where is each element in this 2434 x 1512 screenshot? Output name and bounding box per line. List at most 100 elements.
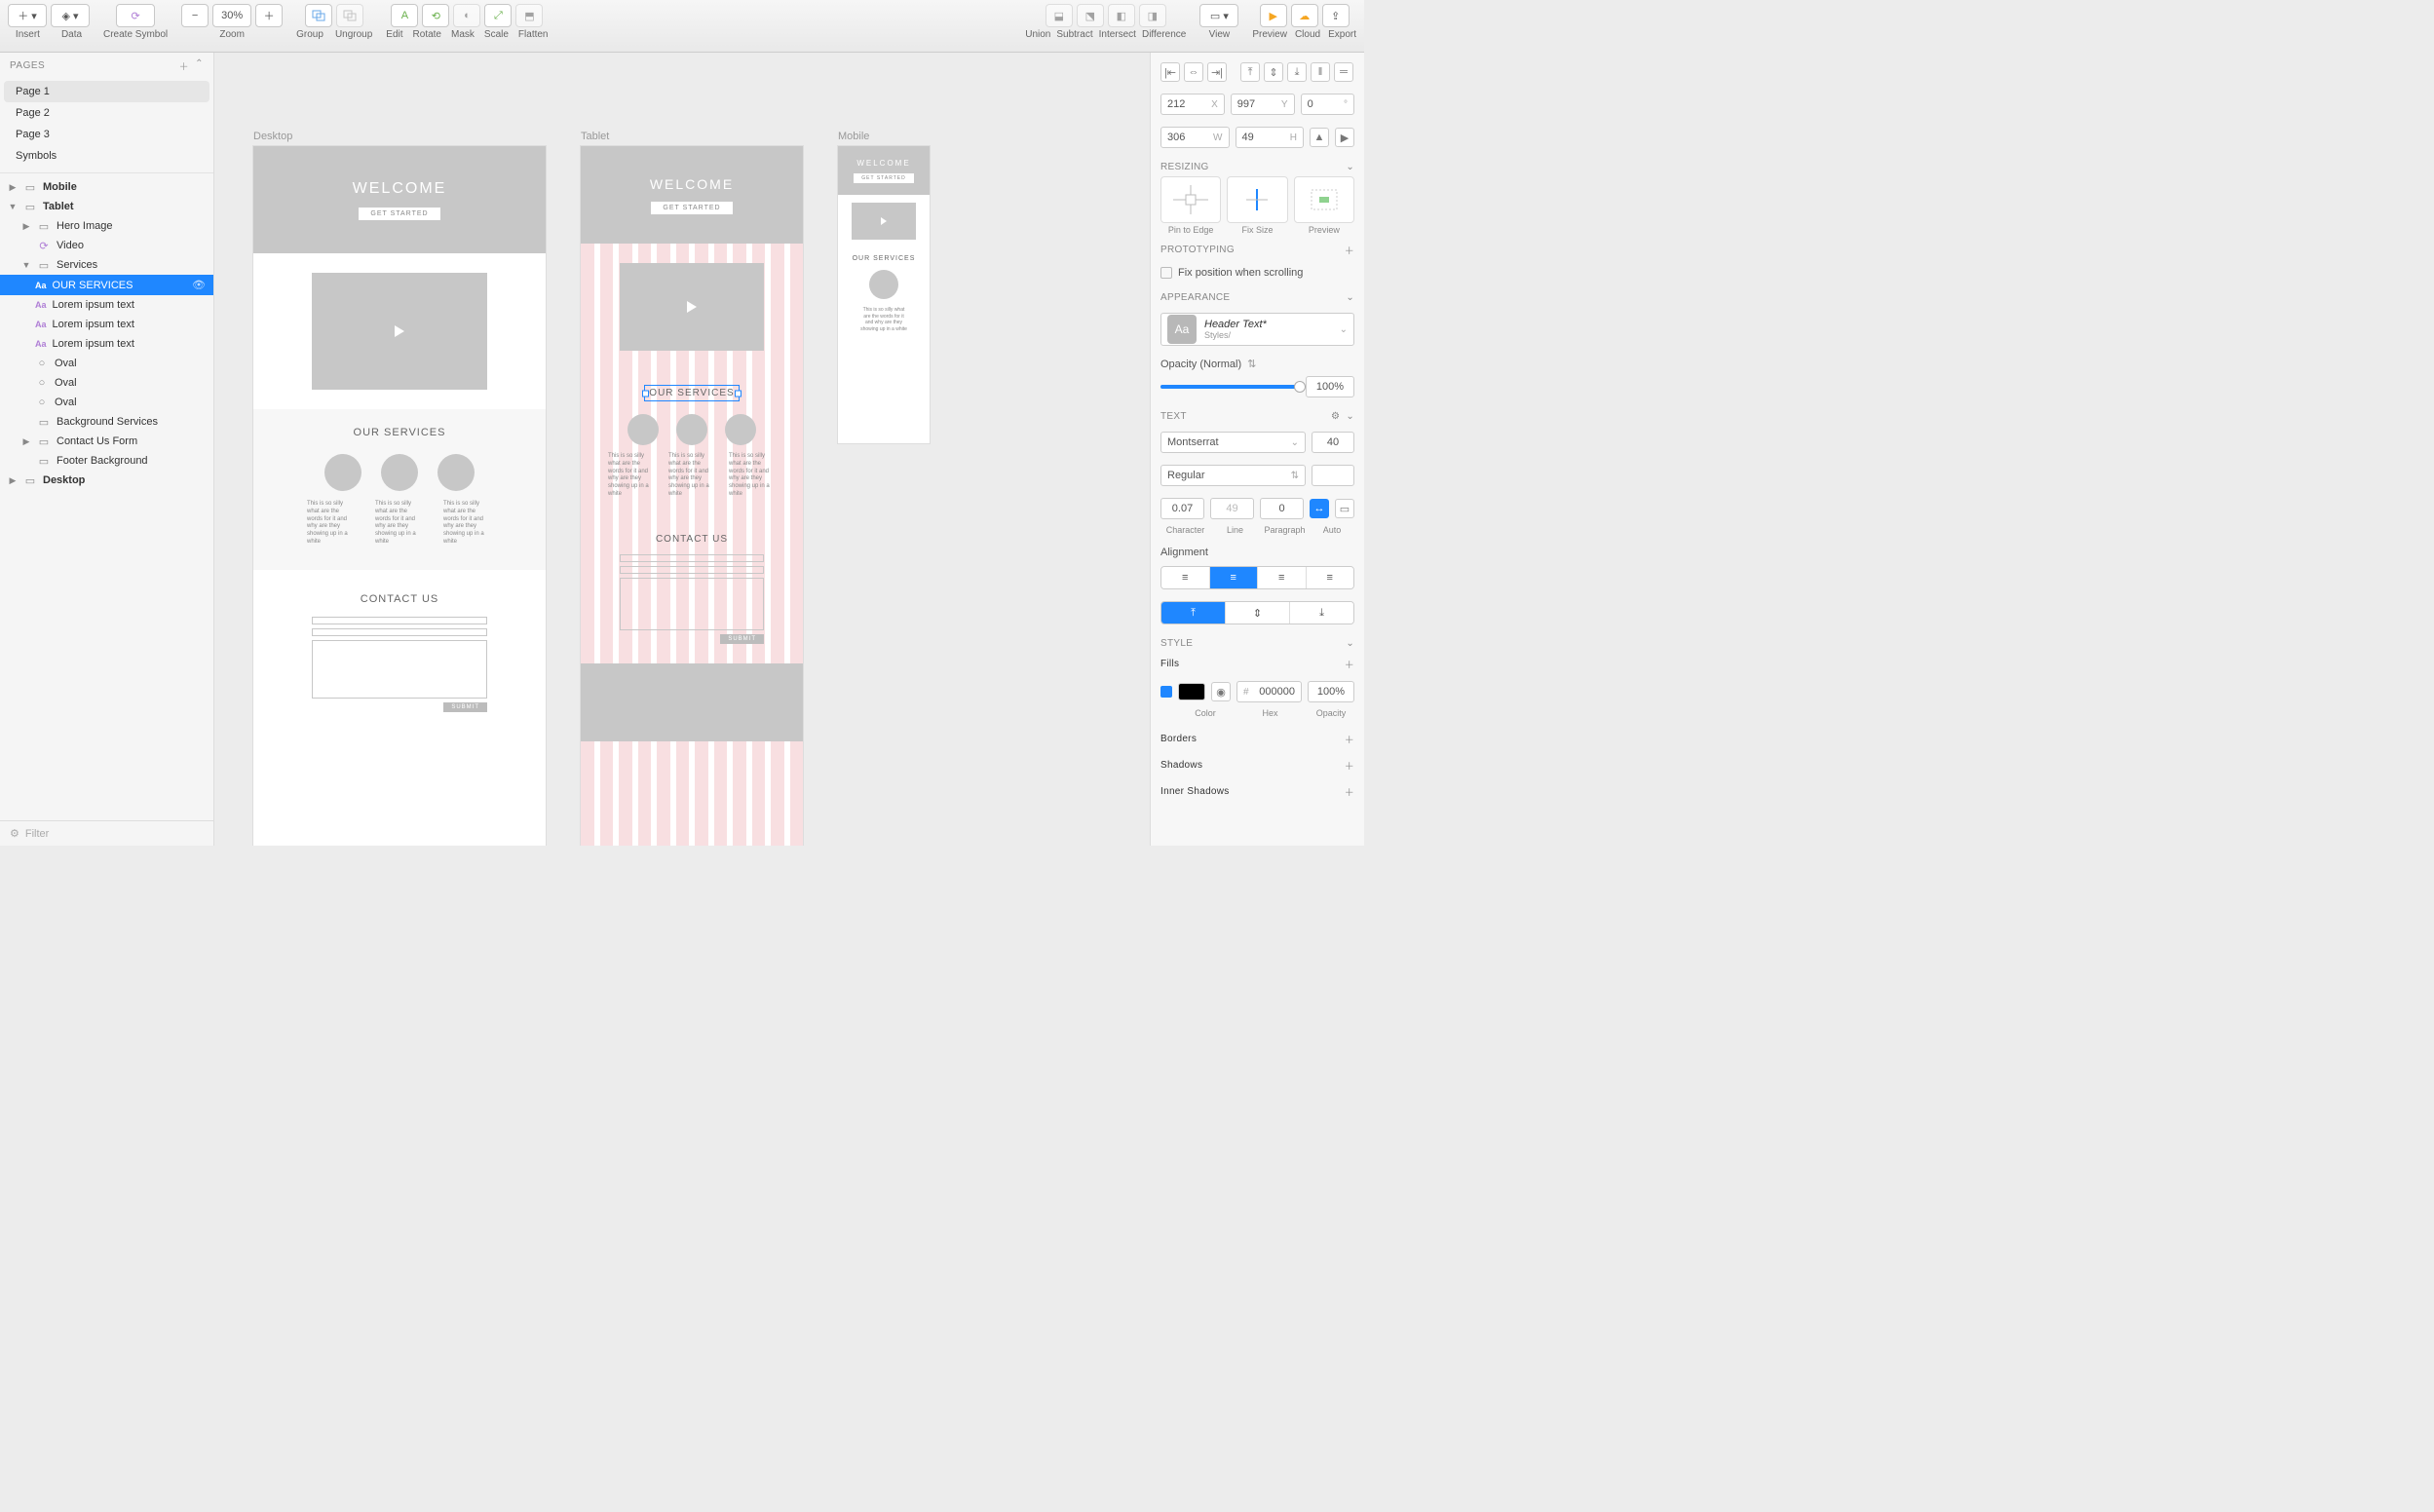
- y-input[interactable]: 997Y: [1231, 94, 1295, 115]
- fill-enabled-checkbox[interactable]: [1160, 686, 1172, 698]
- chevron-down-icon[interactable]: ⌄: [1346, 638, 1354, 649]
- group-button[interactable]: [305, 4, 332, 27]
- para-spacing-input[interactable]: 0: [1260, 498, 1304, 519]
- add-icon[interactable]: ＋: [1345, 784, 1354, 799]
- data-button[interactable]: ◈ ▾: [51, 4, 90, 27]
- difference-button[interactable]: ◨: [1139, 4, 1166, 27]
- add-icon[interactable]: ＋: [1345, 657, 1354, 671]
- layer-row-tablet[interactable]: ▼▭Tablet: [0, 197, 213, 216]
- layer-row-text[interactable]: AaLorem ipsum text: [0, 315, 213, 334]
- distribute-h-button[interactable]: ‖: [1311, 62, 1330, 82]
- add-page-icon[interactable]: ＋: [179, 58, 190, 73]
- layer-row-hero[interactable]: ▶▭Hero Image: [0, 216, 213, 236]
- ungroup-button[interactable]: [336, 4, 363, 27]
- edit-button[interactable]: A: [391, 4, 418, 27]
- union-button[interactable]: ⬓: [1046, 4, 1073, 27]
- width-input[interactable]: 306W: [1160, 127, 1230, 148]
- zoom-in-button[interactable]: ＋: [255, 4, 283, 27]
- line-height-input[interactable]: 49: [1210, 498, 1254, 519]
- align-top-button[interactable]: ⤒: [1240, 62, 1260, 82]
- fill-opacity-input[interactable]: 100%: [1308, 681, 1354, 702]
- chevron-down-icon[interactable]: ⌄: [1346, 162, 1354, 172]
- filter-input[interactable]: ⚙Filter: [0, 820, 213, 846]
- fix-scroll-checkbox[interactable]: [1160, 267, 1172, 279]
- page-row[interactable]: Page 2: [0, 102, 213, 124]
- visibility-icon[interactable]: 👁: [192, 279, 206, 291]
- x-input[interactable]: 212X: [1160, 94, 1225, 115]
- fill-color-swatch[interactable]: [1178, 683, 1205, 700]
- opacity-slider[interactable]: [1160, 385, 1300, 389]
- selected-text-layer[interactable]: OUR SERVICES: [645, 386, 738, 400]
- layer-row-mobile[interactable]: ▶▭Mobile: [0, 177, 213, 197]
- layer-row-text[interactable]: AaLorem ipsum text: [0, 334, 213, 354]
- layer-row-video[interactable]: ⟳Video: [0, 236, 213, 255]
- mask-button[interactable]: ◐: [453, 4, 480, 27]
- page-row[interactable]: Symbols: [0, 145, 213, 167]
- align-center-h-button[interactable]: ⇔: [1184, 62, 1203, 82]
- font-size-input[interactable]: 40: [1312, 432, 1354, 453]
- flatten-button[interactable]: ⬒: [515, 4, 543, 27]
- v-align-seg[interactable]: ⤒⇕⤓: [1160, 601, 1354, 624]
- artboard-label[interactable]: Mobile: [838, 131, 930, 142]
- layer-row-text[interactable]: AaLorem ipsum text: [0, 295, 213, 315]
- pin-edges-control[interactable]: [1160, 176, 1221, 223]
- rotation-input[interactable]: 0°: [1301, 94, 1354, 115]
- artboard-mobile[interactable]: WELCOMEGET STARTED OUR SERVICES This is …: [838, 146, 930, 443]
- chevron-down-icon[interactable]: ⌄: [1346, 411, 1354, 422]
- insert-button[interactable]: ＋ ▾: [8, 4, 47, 27]
- layer-row-footer[interactable]: ▭Footer Background: [0, 451, 213, 471]
- align-right-button[interactable]: ⇥|: [1207, 62, 1227, 82]
- text-style-picker[interactable]: Aa Header Text*Styles/ ⌄: [1160, 313, 1354, 346]
- artboard-label[interactable]: Desktop: [253, 131, 546, 142]
- subtract-button[interactable]: ⬔: [1077, 4, 1104, 27]
- height-input[interactable]: 49H: [1236, 127, 1305, 148]
- preview-button[interactable]: ▶: [1260, 4, 1287, 27]
- export-button[interactable]: ⇪: [1322, 4, 1350, 27]
- page-row[interactable]: Page 1: [4, 81, 209, 102]
- flip-v-button[interactable]: ▶: [1335, 128, 1354, 147]
- create-symbol-button[interactable]: ⟳: [116, 4, 155, 27]
- align-bottom-button[interactable]: ⤓: [1287, 62, 1307, 82]
- layer-row-services[interactable]: ▼▭Services: [0, 255, 213, 275]
- layer-row-oval[interactable]: ○Oval: [0, 393, 213, 412]
- hex-input[interactable]: #000000: [1236, 681, 1302, 702]
- artboard-tablet[interactable]: WELCOMEGET STARTED OUR SERVICES This is …: [581, 146, 803, 846]
- layer-row-desktop[interactable]: ▶▭Desktop: [0, 471, 213, 490]
- flip-h-button[interactable]: ▲: [1310, 128, 1329, 147]
- fix-size-control[interactable]: [1227, 176, 1287, 223]
- collapse-pages-icon[interactable]: ⌃: [195, 58, 204, 73]
- fill-type-button[interactable]: ◉: [1211, 682, 1231, 701]
- chevron-down-icon[interactable]: ⌄: [1346, 292, 1354, 303]
- color-well[interactable]: [1312, 465, 1354, 486]
- layer-row-bg-services[interactable]: ▭Background Services: [0, 412, 213, 432]
- zoom-value[interactable]: 30%: [212, 4, 251, 27]
- zoom-out-button[interactable]: −: [181, 4, 209, 27]
- layer-row-oval[interactable]: ○Oval: [0, 373, 213, 393]
- intersect-button[interactable]: ◧: [1108, 4, 1135, 27]
- layer-row-our-services[interactable]: AaOUR SERVICES👁: [0, 275, 213, 295]
- opacity-input[interactable]: 100%: [1306, 376, 1354, 397]
- h-align-seg[interactable]: ≡≡≡≡: [1160, 566, 1354, 589]
- distribute-v-button[interactable]: ═: [1334, 62, 1353, 82]
- artboard-label[interactable]: Tablet: [581, 131, 803, 142]
- font-family-select[interactable]: Montserrat⌄: [1160, 432, 1306, 453]
- align-left-button[interactable]: |⇤: [1160, 62, 1180, 82]
- layer-row-contact[interactable]: ▶▭Contact Us Form: [0, 432, 213, 451]
- text-fixed-button[interactable]: ▭: [1335, 499, 1354, 518]
- char-spacing-input[interactable]: 0.07: [1160, 498, 1204, 519]
- cloud-button[interactable]: ☁: [1291, 4, 1318, 27]
- canvas[interactable]: Desktop WELCOMEGET STARTED OUR SERVICES …: [214, 53, 1150, 846]
- add-icon[interactable]: ＋: [1345, 243, 1354, 257]
- layer-row-oval[interactable]: ○Oval: [0, 354, 213, 373]
- add-icon[interactable]: ＋: [1345, 732, 1354, 746]
- artboard-desktop[interactable]: WELCOMEGET STARTED OUR SERVICES This is …: [253, 146, 546, 846]
- scale-button[interactable]: ⤢: [484, 4, 512, 27]
- rotate-button[interactable]: ⟲: [422, 4, 449, 27]
- align-center-v-button[interactable]: ⇕: [1264, 62, 1283, 82]
- add-icon[interactable]: ＋: [1345, 758, 1354, 773]
- page-row[interactable]: Page 3: [0, 124, 213, 145]
- gear-icon[interactable]: ⚙: [1331, 411, 1340, 422]
- text-auto-width-button[interactable]: ↔: [1310, 499, 1329, 518]
- font-weight-select[interactable]: Regular⇅: [1160, 465, 1306, 486]
- view-button[interactable]: ▭ ▾: [1199, 4, 1238, 27]
